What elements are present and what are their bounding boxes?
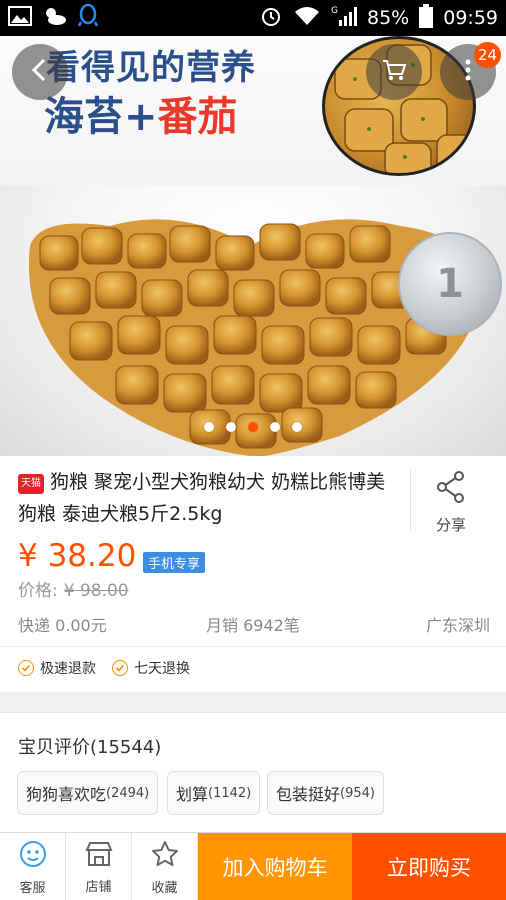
status-bar: G 85% 09:59 [0, 0, 506, 36]
alarm-icon [259, 4, 283, 33]
carousel-dot-active[interactable] [248, 422, 258, 432]
buy-now-button[interactable]: 立即购买 [352, 833, 506, 900]
review-tag-label: 划算 [176, 785, 209, 804]
original-price-label: 价格: [18, 581, 58, 601]
cart-icon [381, 58, 407, 86]
store-label: 店铺 [85, 879, 112, 895]
weather-icon [42, 5, 68, 31]
tmall-badge: 天猫 [18, 474, 44, 494]
review-tag[interactable]: 包装挺好 (954) [267, 771, 384, 815]
original-price: ¥ 98.00 [63, 581, 129, 601]
share-label: 分享 [435, 516, 466, 534]
svg-text:G: G [331, 6, 338, 16]
signal-icon: G [331, 4, 357, 33]
service-label: 七天退换 [134, 661, 190, 677]
wifi-icon [293, 5, 321, 32]
favorite-button[interactable]: 收藏 [132, 833, 198, 900]
review-tag-count: (954) [340, 785, 375, 801]
carousel-dot[interactable] [204, 422, 214, 432]
store-icon [84, 840, 114, 872]
chevron-left-icon [29, 57, 51, 87]
carousel-indicator [0, 422, 506, 432]
review-tag-label: 包装挺好 [276, 785, 341, 804]
review-tag-label: 狗狗喜欢吃 [26, 785, 107, 804]
carousel-dot[interactable] [226, 422, 236, 432]
share-button[interactable]: 分享 [418, 470, 484, 534]
reviews-title[interactable]: 宝贝评价(15544) [18, 733, 161, 759]
add-to-cart-button[interactable]: 加入购物车 [198, 833, 352, 900]
coin-image: 1 [398, 232, 502, 336]
star-icon [150, 839, 180, 873]
qq-icon [77, 3, 99, 32]
product-title: 狗粮 聚宠小型犬狗粮幼犬 奶糕比熊博美狗粮 泰迪犬粮5斤2.5kg [18, 471, 386, 525]
ship-from-location: 广东深圳 [425, 616, 490, 635]
share-icon [435, 470, 467, 508]
service-label: 极速退款 [40, 661, 96, 677]
divider [410, 470, 411, 530]
divider [0, 646, 506, 647]
carousel-dot[interactable] [292, 422, 302, 432]
cart-count-badge: 24 [474, 42, 502, 68]
promo-word-tomato: 番茄 [157, 94, 238, 140]
customer-service-label: 客服 [19, 880, 46, 896]
reviews-section: 宝贝评价(15544) 狗狗喜欢吃 (2494) 划算 (1142) 包装挺好 (95… [0, 712, 506, 855]
more-vertical-icon [464, 58, 472, 86]
clock: 09:59 [443, 7, 498, 29]
customer-service-button[interactable]: 客服 [0, 833, 66, 900]
battery-percent: 85% [367, 7, 410, 29]
bottom-action-bar: 客服 店铺 收藏 加入购物车 立即购买 [0, 832, 506, 900]
carousel-dot[interactable] [270, 422, 280, 432]
chat-face-icon [18, 839, 48, 873]
mobile-exclusive-tag: 手机专享 [143, 552, 206, 573]
shipping-fee: 快递 0.00元 [18, 616, 107, 635]
check-circle-icon [112, 660, 128, 676]
review-tag-count: (2494) [106, 785, 150, 801]
battery-icon [419, 3, 434, 33]
promo-word-seaweed: 海苔 [44, 94, 124, 140]
back-button[interactable] [12, 44, 68, 100]
store-button[interactable]: 店铺 [66, 833, 132, 900]
service-fast-refund[interactable]: 极速退款 [18, 658, 96, 678]
original-price-row: 价格: ¥ 98.00 [18, 576, 129, 601]
review-tag[interactable]: 狗狗喜欢吃 (2494) [17, 771, 159, 815]
review-tag-count: (1142) [208, 785, 252, 801]
promo-plus: + [124, 94, 158, 140]
check-circle-icon [18, 660, 34, 676]
favorite-label: 收藏 [151, 880, 178, 896]
product-image-carousel[interactable]: 1 看得见的营养 海苔+番茄 24 [0, 36, 506, 456]
review-tag[interactable]: 划算 (1142) [167, 771, 261, 815]
gallery-icon [8, 6, 32, 30]
promo-headline: 看得见的营养 [46, 48, 256, 88]
promo-subheadline: 海苔+番茄 [44, 84, 238, 142]
cart-button[interactable] [366, 44, 422, 100]
service-seven-day-return[interactable]: 七天退换 [112, 658, 190, 678]
monthly-sales: 月销 6942笔 [206, 616, 300, 635]
product-title-block: 天猫 狗粮 聚宠小型犬狗粮幼犬 奶糕比熊博美狗粮 泰迪犬粮5斤2.5kg [18, 466, 402, 530]
product-info: 天猫 狗粮 聚宠小型犬狗粮幼犬 奶糕比熊博美狗粮 泰迪犬粮5斤2.5kg 分享 ¥… [0, 456, 506, 692]
current-price: ¥ 38.20 [18, 538, 137, 574]
